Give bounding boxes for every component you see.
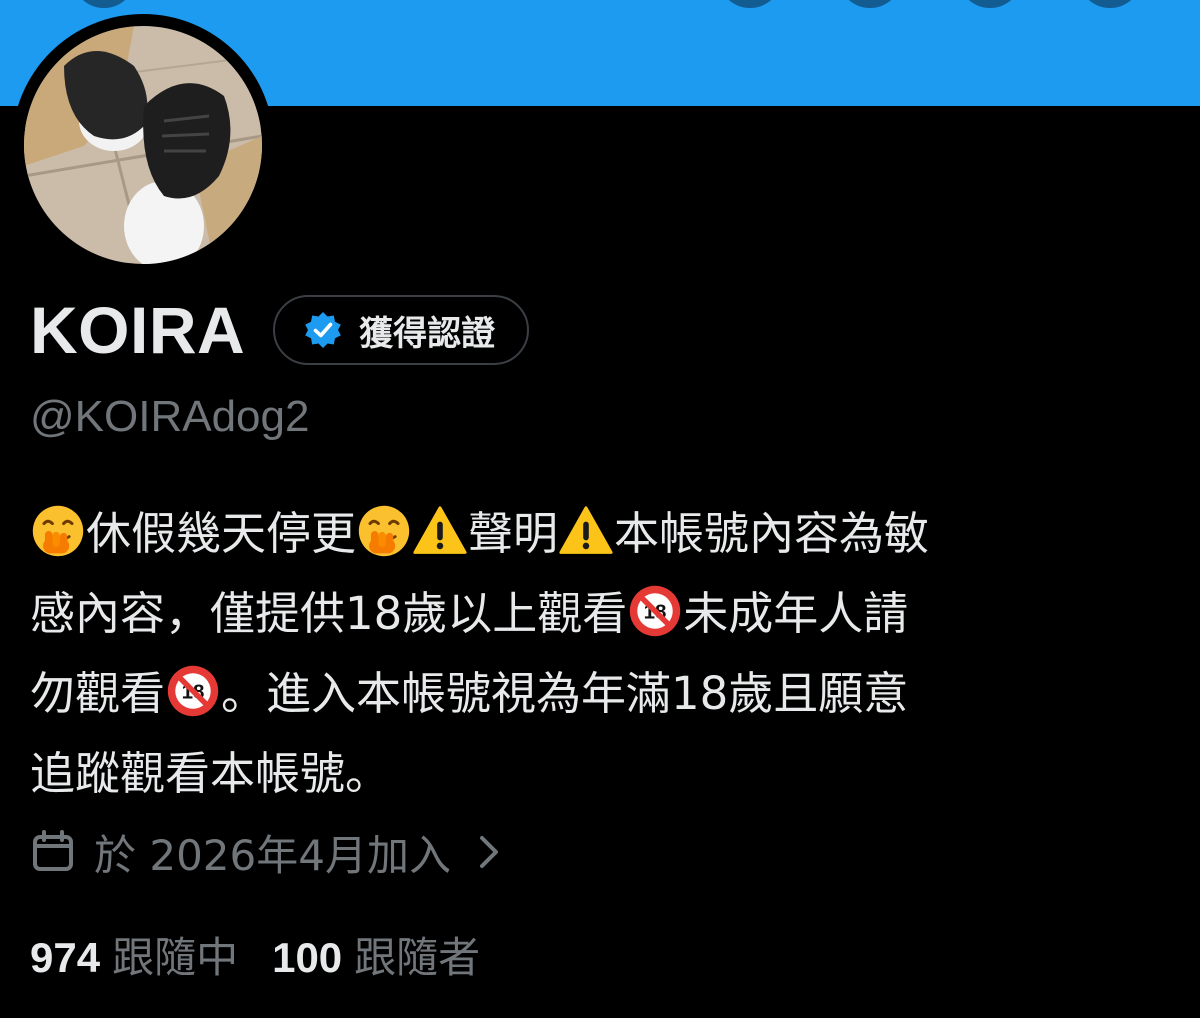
warning-icon — [412, 503, 468, 559]
banner-action-button[interactable] — [958, 0, 1022, 8]
face-with-hand-over-mouth-icon — [356, 503, 412, 559]
bio-text: 休假幾天停更 — [86, 507, 357, 560]
followers-count: 100 — [272, 933, 343, 981]
following-count: 974 — [30, 933, 101, 981]
banner-action-button[interactable] — [838, 0, 902, 8]
no-one-under-eighteen-icon — [627, 583, 683, 639]
bio-text: 勿觀看 — [30, 667, 166, 720]
bio-text: 。進入本帳號視為年滿18歲且願意 — [221, 667, 909, 720]
avatar[interactable] — [12, 14, 274, 276]
following-link[interactable]: 974 跟隨中 — [30, 924, 238, 985]
bio-line: 休假幾天停更 聲明 本帳號內容為敏 — [30, 494, 1180, 574]
join-date-text: 於 2026年4月加入 — [94, 830, 451, 880]
bio-text: 聲明 — [468, 507, 559, 560]
bio-line: 勿觀看 。進入本帳號視為年滿18歲且願意 — [30, 654, 1180, 734]
follow-stats: 974 跟隨中 100 跟隨者 — [30, 924, 480, 984]
bio-text: 未成年人請 — [683, 587, 909, 640]
user-handle: @KOIRAdog2 — [30, 392, 310, 441]
display-name: KOIRA — [30, 293, 246, 367]
followers-label: 跟隨者 — [354, 932, 481, 982]
face-with-hand-over-mouth-icon — [30, 503, 86, 559]
warning-icon — [558, 503, 614, 559]
join-date-row[interactable]: 於 2026年4月加入 — [30, 822, 501, 882]
verified-check-icon — [305, 312, 341, 348]
no-one-under-eighteen-icon — [165, 663, 221, 719]
name-row: KOIRA 獲得認證 — [30, 290, 530, 370]
following-label: 跟隨中 — [112, 932, 239, 982]
verified-badge-button[interactable]: 獲得認證 — [273, 295, 530, 365]
more-options-button[interactable] — [1078, 0, 1142, 8]
banner-action-button[interactable] — [718, 0, 782, 8]
followers-link[interactable]: 100 跟隨者 — [272, 924, 480, 985]
bio-line: 感內容，僅提供18歲以上觀看 未成年人請 — [30, 574, 1180, 654]
chevron-right-icon — [479, 836, 498, 868]
bio-line: 追蹤觀看本帳號。 — [30, 734, 1180, 814]
bio-text: 追蹤觀看本帳號。 — [30, 747, 391, 800]
calendar-icon — [33, 830, 73, 871]
back-button[interactable] — [72, 0, 136, 8]
profile-bio: 休假幾天停更 聲明 本帳號內容為敏 感內容，僅提供18歲以上觀看 未成年人請 勿觀看 。… — [30, 494, 1180, 814]
verified-label: 獲得認證 — [359, 313, 496, 354]
bio-text: 感內容，僅提供18歲以上觀看 — [30, 587, 628, 640]
bio-text: 本帳號內容為敏 — [614, 507, 930, 560]
avatar-photo-shoes — [24, 26, 262, 264]
